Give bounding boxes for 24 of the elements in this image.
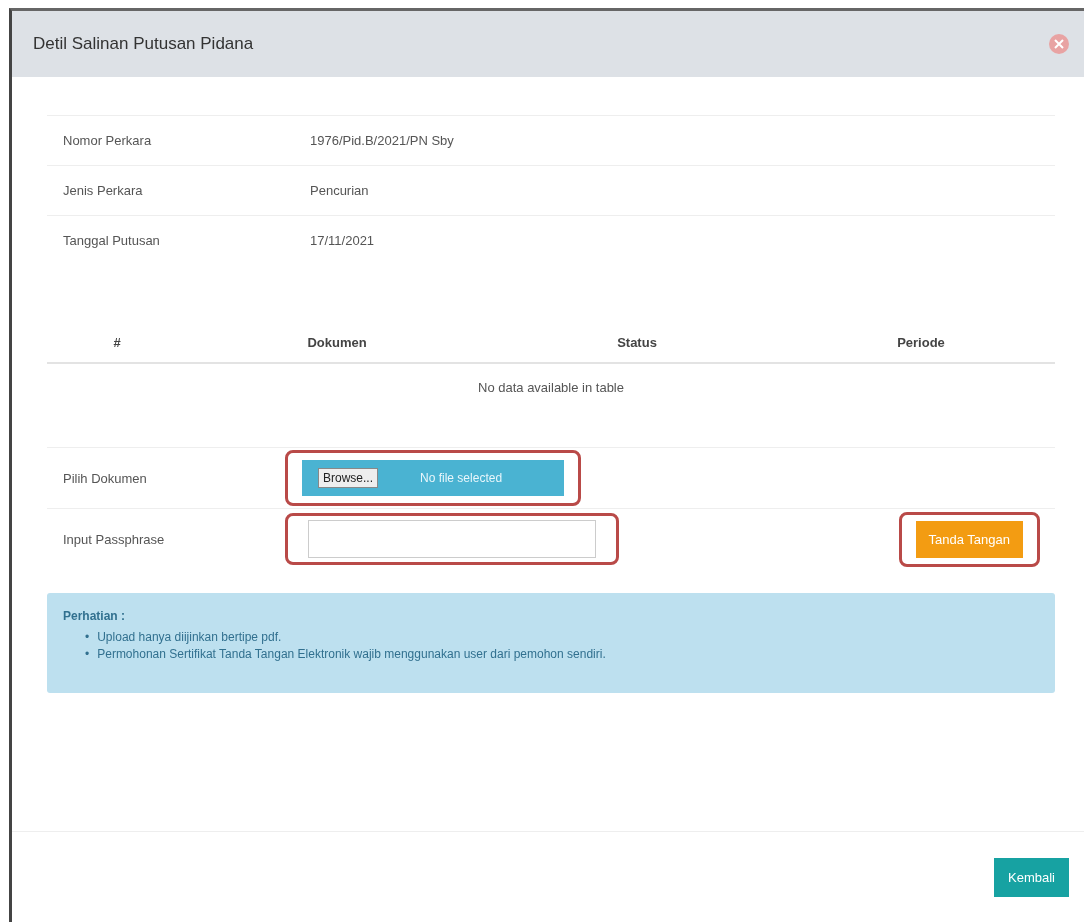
field-label: Tanggal Putusan xyxy=(63,233,161,248)
field-label: Nomor Perkara xyxy=(63,133,153,148)
passphrase-field[interactable] xyxy=(308,520,596,558)
column-header: Status xyxy=(616,335,658,350)
notice-item: Permohonan Sertifikat Tanda Tangan Elektronik wajib menggunakan user dari pemohon sendiri. xyxy=(97,646,606,663)
field-label: Pilih Dokumen xyxy=(63,470,148,486)
column-header: Periode xyxy=(896,335,946,350)
notice-title: Perhatian : xyxy=(63,609,126,623)
file-input[interactable]: Browse... No file selected xyxy=(302,460,564,496)
field-label: Jenis Perkara xyxy=(63,183,144,198)
file-status: No file selected xyxy=(420,471,503,485)
field-label: Input Passphrase xyxy=(63,531,166,547)
list-bullet: • xyxy=(85,629,90,646)
close-icon[interactable] xyxy=(1048,33,1070,55)
list-bullet: • xyxy=(85,646,90,663)
browse-button[interactable]: Browse... xyxy=(318,468,378,488)
empty-table-message: No data available in table xyxy=(478,380,624,395)
field-value: 1976/Pid.B/2021/PN Sby xyxy=(310,133,454,148)
notice-item: Upload hanya diijinkan bertipe pdf. xyxy=(97,629,282,646)
dialog-title: Detil Salinan Putusan Pidana xyxy=(33,34,254,54)
field-value: Pencurian xyxy=(310,183,369,198)
column-header: Dokumen xyxy=(306,335,368,350)
column-header: # xyxy=(112,335,122,350)
field-value: 17/11/2021 xyxy=(310,233,375,248)
